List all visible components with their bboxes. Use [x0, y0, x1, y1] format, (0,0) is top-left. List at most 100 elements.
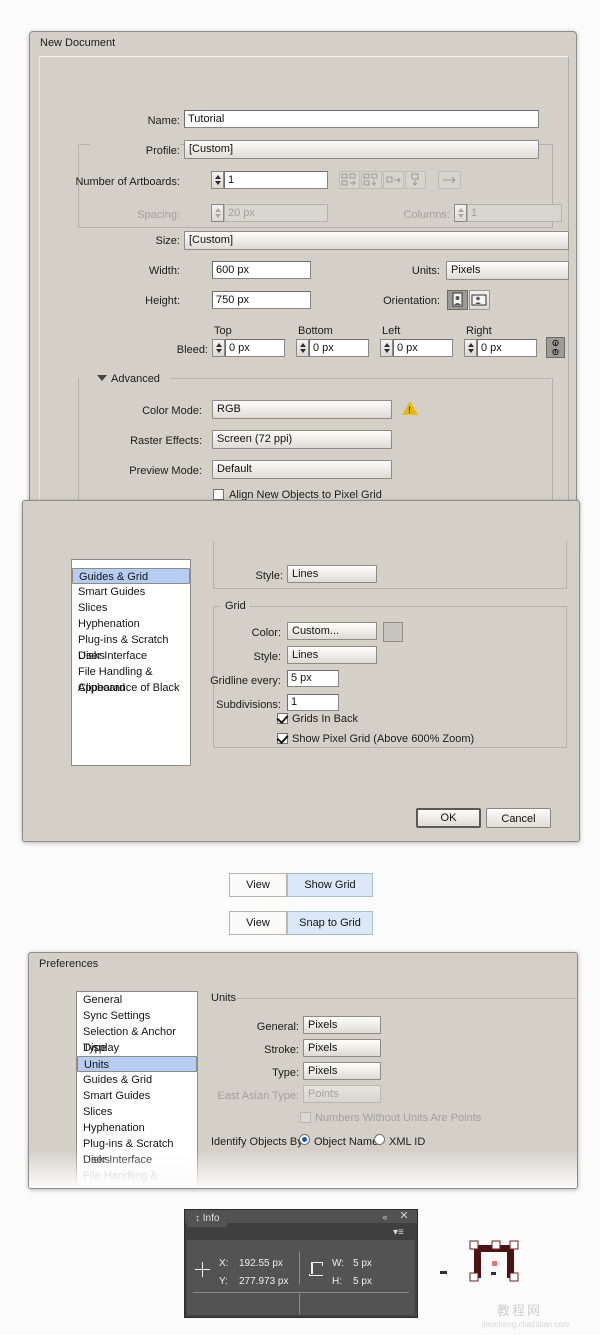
- sidebar-item-label: Guides & Grid: [83, 1074, 153, 1086]
- units-general-label: General:: [256, 1021, 299, 1033]
- units-type-select[interactable]: Pixels: [303, 1062, 381, 1080]
- menu-view-button-show-grid[interactable]: View: [229, 873, 287, 897]
- gridline-every-input[interactable]: 5 px: [287, 670, 339, 687]
- sidebar-item-appearance-of-black[interactable]: Appearance of Black: [72, 680, 190, 696]
- stepper-down-icon[interactable]: [468, 349, 474, 353]
- artboards-input[interactable]: 1: [224, 171, 328, 189]
- grids-in-back-checkbox[interactable]: [277, 713, 288, 724]
- subdivisions-input[interactable]: 1: [287, 694, 339, 711]
- close-icon[interactable]: ✕: [398, 1211, 410, 1222]
- units-stroke-select[interactable]: Pixels: [303, 1039, 381, 1057]
- columns-label: Columns:: [403, 209, 450, 221]
- sidebar-item-slices[interactable]: Slices: [72, 600, 190, 616]
- identify-object-name-radio[interactable]: [299, 1134, 310, 1145]
- sidebar-item-hyphenation[interactable]: Hyphenation: [72, 616, 190, 632]
- sidebar-item-guides-grid[interactable]: Guides & Grid: [77, 1072, 197, 1088]
- sidebar-item-plugins-scratch-disks[interactable]: Plug-ins & Scratch Disks: [72, 632, 190, 662]
- bleed-bottom-input[interactable]: 0 px: [309, 339, 369, 357]
- info-tab-grip-icon: ↕: [195, 1213, 200, 1224]
- grid-style-select[interactable]: Lines: [287, 646, 377, 664]
- subdivisions-label: Subdivisions:: [216, 699, 281, 711]
- grid-rows-glyph: [341, 173, 356, 186]
- info-tab-label: Info: [202, 1213, 220, 1224]
- orientation-portrait-button[interactable]: [447, 290, 468, 310]
- size-select[interactable]: [Custom]: [184, 231, 569, 250]
- guides-grid-sidebar[interactable]: Units Guides & Grid Smart Guides Slices …: [71, 559, 191, 766]
- grid-color-swatch[interactable]: [383, 622, 403, 642]
- artboard-direction-icon[interactable]: [438, 171, 461, 189]
- grids-in-back-label: Grids In Back: [292, 713, 359, 725]
- panel-menu-icon[interactable]: ▾≡: [393, 1227, 409, 1238]
- grid-color-label: Color:: [251, 627, 281, 639]
- sidebar-item-units[interactable]: Units: [72, 560, 190, 568]
- color-mode-select[interactable]: RGB: [212, 400, 392, 419]
- artboard-grid-rows-icon[interactable]: [339, 171, 360, 189]
- bleed-top-input[interactable]: 0 px: [225, 339, 285, 357]
- menu-item-snap-to-grid[interactable]: Snap to Grid: [287, 911, 373, 935]
- artboard-arrange-column-icon[interactable]: [405, 171, 426, 189]
- sidebar-item-label: Slices: [78, 602, 108, 614]
- stepper-up-icon[interactable]: [384, 343, 390, 347]
- artboards-stepper[interactable]: [211, 171, 224, 189]
- raster-effects-label: Raster Effects:: [130, 435, 202, 447]
- sidebar-item-guides-grid[interactable]: Guides & Grid: [72, 568, 190, 584]
- info-tab[interactable]: ↕ Info: [187, 1210, 228, 1227]
- stepper-up-icon[interactable]: [216, 343, 222, 347]
- bleed-left-stepper[interactable]: [380, 339, 393, 357]
- sidebar-item-user-interface[interactable]: User Interface: [72, 648, 190, 664]
- identify-xml-id-radio[interactable]: [374, 1134, 385, 1145]
- stepper-up-icon[interactable]: [300, 343, 306, 347]
- units-select[interactable]: Pixels: [446, 261, 569, 280]
- bleed-bottom-stepper[interactable]: [296, 339, 309, 357]
- bleed-left-input[interactable]: 0 px: [393, 339, 453, 357]
- units-east-asian-label: East Asian Type:: [217, 1090, 299, 1102]
- sidebar-item-smart-guides[interactable]: Smart Guides: [77, 1088, 197, 1104]
- stepper-up-icon[interactable]: [215, 175, 221, 179]
- info-w-value: 5 px: [353, 1258, 372, 1269]
- sidebar-item-sync-settings[interactable]: Sync Settings: [77, 1008, 197, 1024]
- align-pixel-grid-checkbox[interactable]: [213, 489, 224, 500]
- collapse-panel-icon[interactable]: «: [379, 1212, 391, 1222]
- units-general-select[interactable]: Pixels: [303, 1016, 381, 1034]
- preview-mode-select[interactable]: Default: [212, 460, 392, 479]
- stepper-down-icon[interactable]: [300, 349, 306, 353]
- stepper-down-icon[interactable]: [215, 181, 221, 185]
- sidebar-item-general[interactable]: General: [77, 992, 197, 1008]
- show-pixel-grid-checkbox[interactable]: [277, 733, 288, 744]
- prefs-cancel-button[interactable]: Cancel: [486, 808, 551, 828]
- stepper-down-icon[interactable]: [216, 349, 222, 353]
- stepper-up-icon[interactable]: [468, 343, 474, 347]
- orientation-landscape-button[interactable]: [469, 290, 490, 310]
- sidebar-item-file-handling-clipboard[interactable]: File Handling & Clipboard: [72, 664, 190, 694]
- guides-style-select[interactable]: Lines: [287, 565, 377, 583]
- menu-view-button-snap-to-grid[interactable]: View: [229, 911, 287, 935]
- name-input[interactable]: Tutorial: [184, 110, 539, 128]
- sidebar-item-smart-guides[interactable]: Smart Guides: [72, 584, 190, 600]
- sidebar-item-type[interactable]: Type: [77, 1040, 197, 1056]
- grid-color-select[interactable]: Custom...: [287, 622, 377, 640]
- artboard-arrange-row-icon[interactable]: [383, 171, 404, 189]
- width-input[interactable]: 600 px: [212, 261, 311, 279]
- menu-item-show-grid[interactable]: Show Grid: [287, 873, 373, 897]
- prefs-ok-button[interactable]: OK: [416, 808, 481, 828]
- artboard-grid-columns-icon[interactable]: [361, 171, 382, 189]
- bleed-top-header: Top: [214, 325, 232, 337]
- snap-to-grid-command-row: View Snap to Grid: [229, 911, 373, 935]
- sidebar-item-units[interactable]: Units: [77, 1056, 197, 1072]
- bleed-link-button[interactable]: [546, 337, 565, 358]
- dialog-fade-mask: [29, 1150, 577, 1188]
- sidebar-item-label: Units: [78, 560, 190, 563]
- bleed-right-input[interactable]: 0 px: [477, 339, 537, 357]
- sidebar-item-hyphenation[interactable]: Hyphenation: [77, 1120, 197, 1136]
- sidebar-item-slices[interactable]: Slices: [77, 1104, 197, 1120]
- raster-effects-select[interactable]: Screen (72 ppi): [212, 430, 392, 449]
- bleed-top-stepper[interactable]: [212, 339, 225, 357]
- stepper-down-icon[interactable]: [384, 349, 390, 353]
- grid-group-label: Grid: [221, 600, 250, 612]
- profile-select[interactable]: [Custom]: [184, 140, 539, 159]
- warning-exclamation: !: [408, 405, 411, 415]
- bleed-right-stepper[interactable]: [464, 339, 477, 357]
- watermark-url: jiaocheng.chazidian.com: [482, 1320, 570, 1329]
- height-input[interactable]: 750 px: [212, 291, 311, 309]
- sidebar-item-selection-anchor-display[interactable]: Selection & Anchor Display: [77, 1024, 197, 1054]
